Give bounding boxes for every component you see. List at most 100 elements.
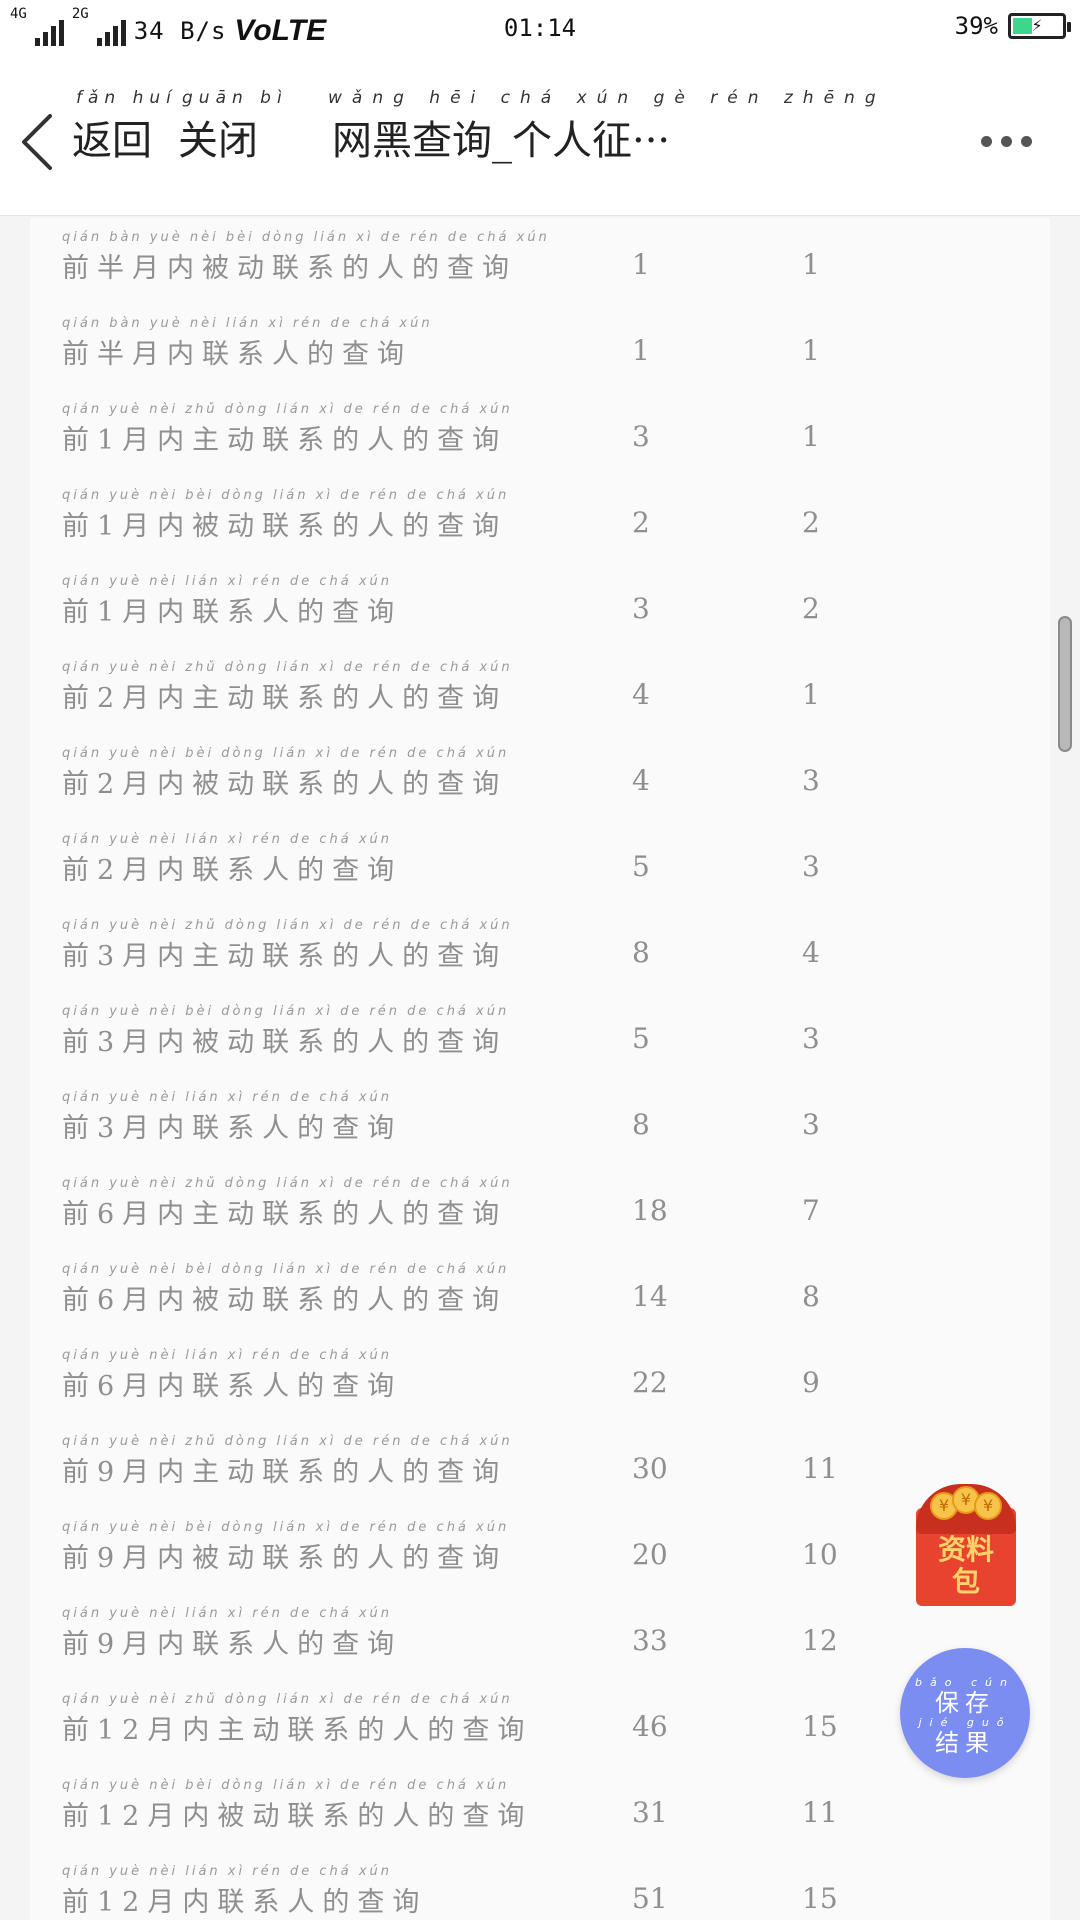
- row-pinyin: qián yuè nèi zhǔ dòng lián xì de rén de …: [62, 1692, 513, 1707]
- list-item: qián yuè nèi zhǔ dòng lián xì de rén de …: [30, 390, 1050, 476]
- list-item: qián yuè nèi bèi dòng lián xì de rén de …: [30, 992, 1050, 1078]
- row-value-1: 3: [632, 592, 650, 625]
- list-item: qián yuè nèi lián xì rén de chá xún 前9月内联…: [30, 1594, 1050, 1680]
- query-stats-list[interactable]: qián bàn yuè nèi bèi dòng lián xì de rén…: [30, 218, 1050, 1920]
- list-item: qián yuè nèi bèi dòng lián xì de rén de …: [30, 1766, 1050, 1852]
- back-chevron-icon[interactable]: [18, 112, 58, 172]
- row-label-wrap: qián bàn yuè nèi bèi dòng lián xì de rén…: [62, 230, 550, 285]
- row-label: 前1月内联系人的查询: [62, 597, 403, 628]
- row-value-2: 1: [802, 248, 820, 281]
- save-pinyin-top: bǎo cún: [915, 1676, 1015, 1689]
- close-button[interactable]: 关闭: [178, 108, 258, 166]
- row-value-2: 10: [802, 1538, 838, 1571]
- row-value-1: 33: [632, 1624, 668, 1657]
- title-pinyin: wǎng hēi chá xún gè rén zhēng: [328, 88, 886, 108]
- row-label-wrap: qián yuè nèi bèi dòng lián xì de rén de …: [62, 1520, 509, 1575]
- list-item: qián yuè nèi lián xì rén de chá xún 前6月内联…: [30, 1336, 1050, 1422]
- list-item: qián yuè nèi lián xì rén de chá xún 前2月内联…: [30, 820, 1050, 906]
- list-item: qián yuè nèi zhǔ dòng lián xì de rén de …: [30, 648, 1050, 734]
- row-label: 前9月内联系人的查询: [62, 1629, 403, 1660]
- row-label-wrap: qián yuè nèi bèi dòng lián xì de rén de …: [62, 1004, 509, 1059]
- row-pinyin: qián yuè nèi bèi dòng lián xì de rén de …: [62, 1004, 510, 1019]
- row-label-wrap: qián yuè nèi lián xì rén de chá xún 前12月内…: [62, 1864, 427, 1919]
- more-dot-icon: [1001, 136, 1012, 147]
- save-label-line2: 结果: [935, 1729, 995, 1757]
- row-value-2: 1: [802, 420, 820, 453]
- row-value-1: 4: [632, 678, 650, 711]
- row-value-2: 3: [802, 1108, 820, 1141]
- list-item: qián yuè nèi lián xì rén de chá xún 前3月内联…: [30, 1078, 1050, 1164]
- row-value-2: 1: [802, 334, 820, 367]
- row-label: 前2月内被动联系的人的查询: [62, 769, 508, 800]
- charging-bolt-icon: ⚡: [1031, 15, 1043, 36]
- row-value-1: 18: [632, 1194, 668, 1227]
- row-value-2: 11: [802, 1796, 838, 1829]
- scrollbar[interactable]: [1058, 616, 1072, 752]
- list-item: qián yuè nèi bèi dòng lián xì de rén de …: [30, 1508, 1050, 1594]
- row-label: 前2月内主动联系的人的查询: [62, 683, 508, 714]
- row-label: 前1月内主动联系的人的查询: [62, 425, 508, 456]
- row-value-2: 7: [802, 1194, 820, 1227]
- row-value-1: 1: [632, 248, 650, 281]
- row-pinyin: qián yuè nèi lián xì rén de chá xún: [62, 1864, 392, 1879]
- row-pinyin: qián bàn yuè nèi bèi dòng lián xì de rén…: [62, 230, 550, 245]
- red-packet-button[interactable]: ¥ ¥ ¥ 资料 包: [916, 1484, 1016, 1606]
- more-button[interactable]: [981, 136, 1032, 147]
- row-label: 前12月内被动联系的人的查询: [62, 1801, 533, 1832]
- row-label: 前6月内联系人的查询: [62, 1371, 403, 1402]
- back-button[interactable]: 返回: [72, 108, 152, 166]
- row-value-2: 15: [802, 1882, 838, 1915]
- row-value-2: 12: [802, 1624, 838, 1657]
- list-item: qián yuè nèi zhǔ dòng lián xì de rén de …: [30, 906, 1050, 992]
- row-pinyin: qián yuè nèi zhǔ dòng lián xì de rén de …: [62, 918, 513, 933]
- row-value-1: 31: [632, 1796, 668, 1829]
- battery-fill: [1013, 18, 1032, 34]
- row-value-1: 2: [632, 506, 650, 539]
- row-value-2: 3: [802, 850, 820, 883]
- row-label: 前6月内主动联系的人的查询: [62, 1199, 508, 1230]
- row-pinyin: qián yuè nèi bèi dòng lián xì de rén de …: [62, 1262, 510, 1277]
- row-pinyin: qián bàn yuè nèi lián xì rén de chá xún: [62, 316, 433, 331]
- more-dot-icon: [1021, 136, 1032, 147]
- back-pinyin: fǎn huí: [76, 88, 177, 108]
- row-value-1: 30: [632, 1452, 668, 1485]
- row-value-2: 9: [802, 1366, 820, 1399]
- row-label-wrap: qián yuè nèi bèi dòng lián xì de rén de …: [62, 488, 509, 543]
- red-packet-label-line1: 资料: [937, 1533, 994, 1566]
- coin-icon: ¥: [974, 1492, 1002, 1520]
- list-item: qián yuè nèi zhǔ dòng lián xì de rén de …: [30, 1680, 1050, 1766]
- close-pinyin: guān bì: [182, 88, 288, 108]
- row-value-1: 8: [632, 1108, 650, 1141]
- status-bar: 4G 2G 34 B/s VoLTE 01:14 39% ⚡: [0, 0, 1080, 60]
- row-label-wrap: qián yuè nèi lián xì rén de chá xún 前1月内联…: [62, 574, 402, 629]
- row-label-wrap: qián yuè nèi lián xì rén de chá xún 前9月内联…: [62, 1606, 402, 1661]
- row-label-wrap: qián yuè nèi lián xì rén de chá xún 前6月内联…: [62, 1348, 402, 1403]
- row-pinyin: qián yuè nèi lián xì rén de chá xún: [62, 832, 392, 847]
- battery-icon: ⚡: [1008, 13, 1071, 39]
- row-label-wrap: qián bàn yuè nèi lián xì rén de chá xún 前…: [62, 316, 433, 371]
- row-value-1: 8: [632, 936, 650, 969]
- row-label-wrap: qián yuè nèi zhǔ dòng lián xì de rén de …: [62, 918, 513, 973]
- red-packet-label-line2: 包: [951, 1565, 980, 1598]
- page-title: 网黑查询_个人征···: [332, 118, 671, 164]
- row-label: 前3月内主动联系的人的查询: [62, 941, 508, 972]
- row-pinyin: qián yuè nèi zhǔ dòng lián xì de rén de …: [62, 402, 513, 417]
- save-result-button[interactable]: bǎo cún 保存 jié guǒ 结果: [900, 1648, 1030, 1778]
- row-value-1: 22: [632, 1366, 668, 1399]
- row-value-1: 51: [632, 1882, 668, 1915]
- row-value-1: 5: [632, 1022, 650, 1055]
- row-value-1: 14: [632, 1280, 668, 1313]
- battery-percent: 39%: [954, 12, 998, 40]
- row-label: 前3月内联系人的查询: [62, 1113, 403, 1144]
- row-pinyin: qián yuè nèi lián xì rén de chá xún: [62, 574, 392, 589]
- row-label: 前6月内被动联系的人的查询: [62, 1285, 508, 1316]
- list-item: qián yuè nèi lián xì rén de chá xún 前1月内联…: [30, 562, 1050, 648]
- row-label: 前12月内联系人的查询: [62, 1887, 428, 1918]
- row-label: 前1月内被动联系的人的查询: [62, 511, 508, 542]
- row-label: 前3月内被动联系的人的查询: [62, 1027, 508, 1058]
- status-time: 01:14: [503, 14, 577, 42]
- row-value-1: 3: [632, 420, 650, 453]
- list-item: qián yuè nèi lián xì rén de chá xún 前12月内…: [30, 1852, 1050, 1920]
- row-label-wrap: qián yuè nèi zhǔ dòng lián xì de rén de …: [62, 402, 513, 457]
- row-label-wrap: qián yuè nèi bèi dòng lián xì de rén de …: [62, 746, 509, 801]
